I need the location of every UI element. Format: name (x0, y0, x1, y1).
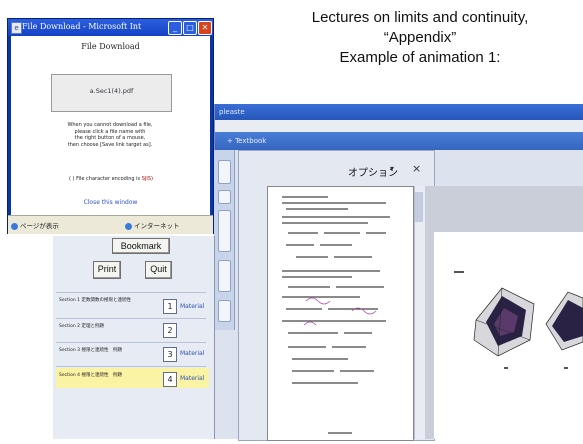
section-title[interactable]: Section 4 極限と連続性 例題 (56, 371, 162, 385)
material-link[interactable]: Material (180, 375, 204, 382)
section-number[interactable]: 1 (163, 299, 177, 314)
status-zone: インターネット (125, 220, 180, 230)
close-window-link[interactable]: Close this window (11, 199, 210, 206)
print-button[interactable]: Print (93, 261, 121, 279)
encoding-value: SJIS (141, 176, 152, 182)
dialog-title: File Download - Microsoft Int (22, 22, 142, 31)
vertical-tab[interactable] (218, 260, 231, 292)
material-link[interactable]: Material (180, 303, 204, 310)
app-toolbar[interactable]: + Textbook (215, 132, 583, 150)
dialog-status-bar: ページが表示 インターネット (8, 215, 213, 234)
document-page-content (282, 196, 390, 434)
globe-icon (125, 222, 132, 230)
vertical-tab-strip (214, 150, 235, 330)
section-title[interactable]: Section 1 定数関数の極限と連続性 (56, 296, 162, 316)
slide-caption-line-1: Lectures on limits and continuity, (311, 9, 529, 26)
vertical-tab[interactable] (218, 160, 231, 184)
section-number[interactable]: 3 (163, 347, 177, 362)
chevron-down-icon[interactable]: ▾ (390, 164, 394, 173)
scrollbar[interactable] (414, 186, 425, 439)
3d-surface-figure-left (473, 287, 535, 357)
close-icon[interactable]: × (412, 162, 421, 175)
vertical-tab[interactable] (218, 210, 231, 252)
3d-surface-figure-right (545, 291, 583, 351)
slide-caption-line-3: Example of animation 1: (339, 49, 501, 66)
document-page (267, 186, 414, 441)
close-icon[interactable]: ✕ (198, 21, 212, 35)
vertical-tab[interactable] (218, 300, 231, 322)
maximize-icon[interactable]: □ (183, 21, 197, 35)
divider (56, 292, 206, 293)
divider (56, 366, 206, 367)
scrollbar-thumb[interactable] (415, 192, 423, 222)
dialog-title-bar: e File Download - Microsoft Int _ □ ✕ (8, 19, 213, 36)
material-link[interactable]: Material (180, 350, 204, 357)
3d-graph-figures (454, 271, 583, 369)
dialog-heading: File Download (81, 42, 140, 51)
instruction-line: please click a file name with (74, 128, 146, 135)
section-title[interactable]: Section 3 極限と連続性 例題 (56, 346, 162, 360)
course-panel (53, 236, 215, 439)
instruction-line: then choose [Save link target as]. (67, 141, 153, 148)
status-page-shown: ページが表示 (11, 220, 59, 230)
section-number[interactable]: 2 (163, 323, 177, 338)
instruction-line: the right button of a mouse, (74, 135, 146, 142)
section-title[interactable]: Section 2 定理と例題 (56, 322, 162, 336)
divider (56, 318, 206, 319)
dialog-instructions: When you cannot download a file, please … (24, 122, 196, 148)
app-title-bar: pleaste (215, 104, 583, 120)
quit-button[interactable]: Quit (145, 261, 172, 279)
slide-caption: Lectures on limits and continuity, “Appe… (262, 8, 578, 68)
figure-page (434, 232, 583, 439)
encoding-note: ( ) File character encoding is SJIS) (26, 176, 196, 182)
file-name[interactable]: a.Sec1(4).pdf (52, 87, 171, 95)
page-icon (11, 222, 18, 230)
encoding-prefix: ( ) File character encoding is (69, 176, 141, 182)
options-pane-header: オプション ▾ × (238, 160, 433, 180)
file-download-button[interactable]: a.Sec1(4).pdf (51, 74, 172, 112)
section-number[interactable]: 4 (163, 372, 177, 387)
minimize-icon[interactable]: _ (168, 21, 182, 35)
bookmark-button[interactable]: Bookmark (112, 238, 170, 254)
slide-caption-line-2: “Appendix” (383, 29, 457, 46)
divider (56, 342, 206, 343)
instruction-line: When you cannot download a file, (67, 122, 153, 128)
app-icon: e (11, 22, 22, 34)
vertical-tab[interactable] (218, 190, 231, 204)
encoding-suffix: ) (151, 176, 153, 182)
